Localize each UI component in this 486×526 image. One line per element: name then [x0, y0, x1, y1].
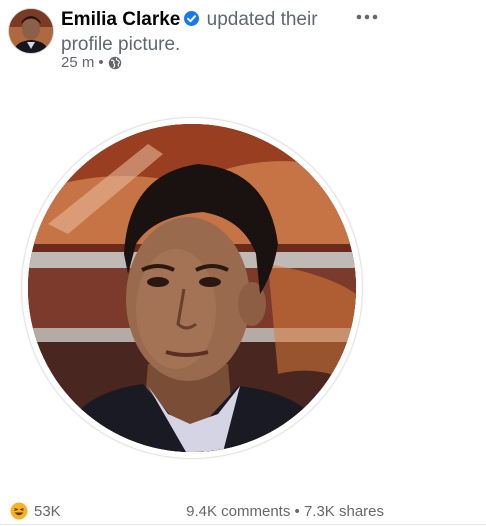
more-horizontal-icon — [356, 14, 378, 20]
meta-separator: • — [98, 54, 104, 71]
post-meta: 25 m • — [61, 54, 122, 71]
profile-picture-frame[interactable] — [22, 118, 362, 458]
stats-separator: • — [294, 503, 300, 520]
shares-count-link[interactable]: 7.3K shares — [304, 503, 384, 520]
post-header-text: Emilia Clarke updated their profile pict… — [61, 7, 361, 57]
verified-badge-icon — [184, 11, 200, 26]
more-options-button[interactable] — [352, 4, 382, 30]
engagement-stats: 9.4K comments • 7.3K shares — [186, 503, 384, 520]
profile-picture[interactable] — [28, 124, 356, 452]
haha-reaction-icon — [10, 502, 28, 520]
reaction-count: 53K — [34, 502, 61, 520]
globe-icon — [108, 56, 122, 70]
feed-post: Emilia Clarke updated their profile pict… — [0, 0, 486, 526]
author-name[interactable]: Emilia Clarke — [61, 9, 180, 30]
reaction-summary[interactable]: 53K — [10, 502, 61, 520]
author-avatar[interactable] — [8, 8, 54, 54]
post-timestamp[interactable]: 25 m — [61, 54, 94, 71]
comments-count-link[interactable]: 9.4K comments — [186, 503, 290, 520]
post-divider — [0, 524, 486, 525]
